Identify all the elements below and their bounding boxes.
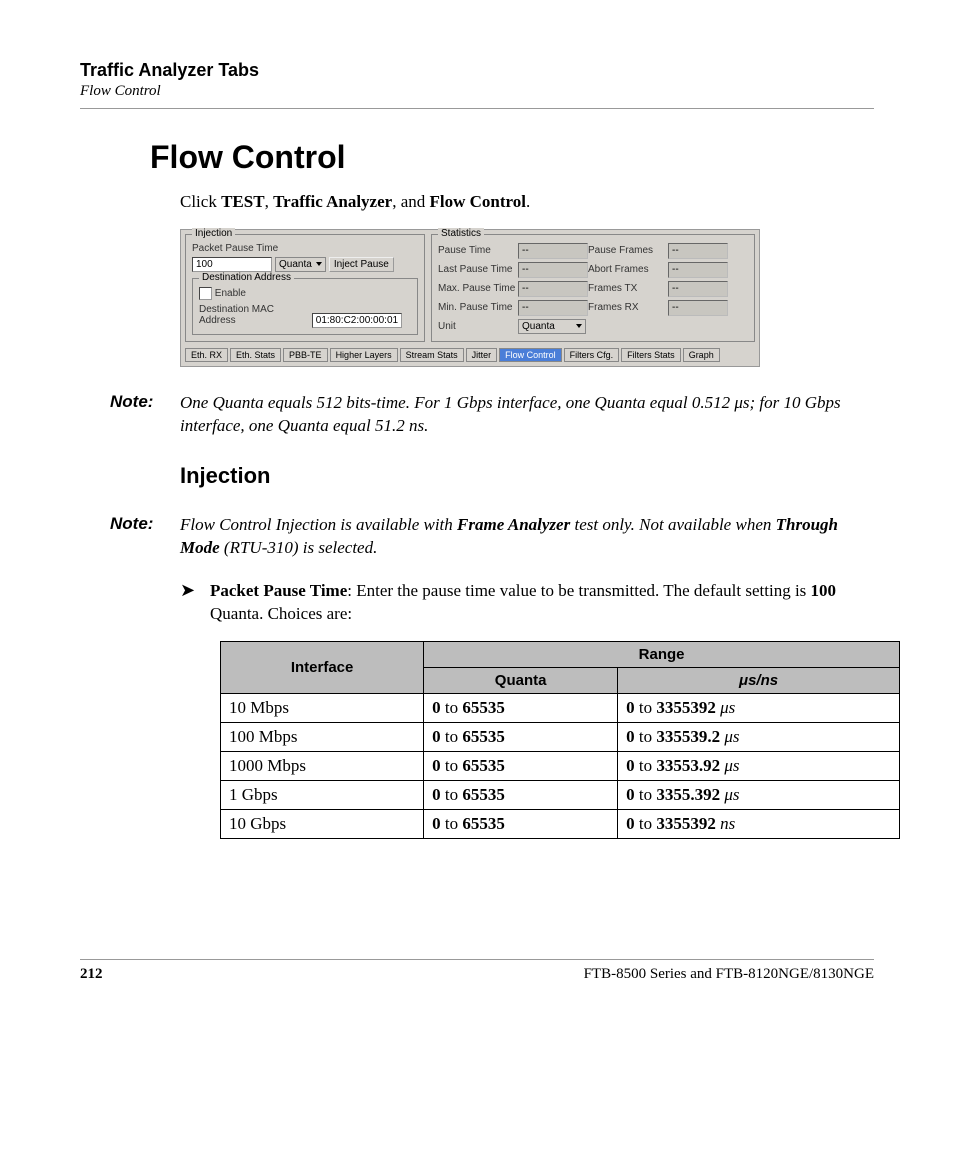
enable-label: Enable [215, 288, 246, 299]
dest-address-title: Destination Address [199, 272, 294, 283]
dest-mac-input[interactable]: 01:80:C2:00:00:01 [312, 313, 402, 328]
footer-doc-title: FTB-8500 Series and FTB-8120NGE/8130NGE [584, 966, 874, 983]
th-interface: Interface [221, 641, 424, 693]
tab-filters-stats[interactable]: Filters Stats [621, 348, 681, 362]
table-row: 10 Mbps0 to 655350 to 3355392 μs [221, 693, 900, 722]
table-row: 1000 Mbps0 to 655350 to 33553.92 μs [221, 751, 900, 780]
packet-pause-input[interactable]: 100 [192, 257, 272, 272]
dest-address-panel: Destination Address Enable Destination M… [192, 278, 418, 335]
subsection-heading: Injection [180, 463, 874, 489]
stat-value: -- [668, 243, 728, 259]
bullet-arrow-icon: ➤ [180, 580, 210, 601]
stat-label: Abort Frames [588, 264, 668, 275]
stat-value: -- [518, 243, 588, 259]
injection-panel-title: Injection [192, 228, 235, 239]
tab-eth-rx[interactable]: Eth. RX [185, 348, 228, 362]
th-quanta: Quanta [424, 667, 618, 693]
stat-label: Frames TX [588, 283, 668, 294]
statistics-panel: Statistics Pause Time -- Pause Frames --… [431, 234, 755, 342]
header-divider [80, 108, 874, 109]
stat-value: -- [518, 281, 588, 297]
stat-value: -- [668, 281, 728, 297]
enable-checkbox[interactable] [199, 287, 212, 300]
tab-jitter[interactable]: Jitter [466, 348, 498, 362]
statistics-panel-title: Statistics [438, 228, 484, 239]
chevron-down-icon [576, 324, 582, 328]
tab-flow-control[interactable]: Flow Control [499, 348, 562, 362]
intro-paragraph: Click TEST, Traffic Analyzer, and Flow C… [180, 191, 854, 214]
page-header-title: Traffic Analyzer Tabs [80, 60, 874, 81]
stat-label: Pause Frames [588, 245, 668, 256]
stat-label: Last Pause Time [438, 264, 518, 275]
dest-mac-label: Destination MAC Address [199, 304, 309, 326]
note-label: Note: [110, 514, 180, 534]
packet-pause-label: Packet Pause Time [192, 243, 278, 254]
quanta-select[interactable]: Quanta [275, 257, 326, 272]
tab-higher-layers[interactable]: Higher Layers [330, 348, 398, 362]
stat-label: Pause Time [438, 245, 518, 256]
bottom-tab-strip: Eth. RX Eth. Stats PBB-TE Higher Layers … [185, 348, 755, 362]
table-row: 100 Mbps0 to 655350 to 335539.2 μs [221, 722, 900, 751]
unit-select[interactable]: Quanta [518, 319, 586, 334]
stat-label: Max. Pause Time [438, 283, 518, 294]
stat-label: Frames RX [588, 302, 668, 313]
stat-value: -- [518, 262, 588, 278]
stat-label: Min. Pause Time [438, 302, 518, 313]
stat-value: -- [668, 300, 728, 316]
tab-pbb-te[interactable]: PBB-TE [283, 348, 328, 362]
table-row: 10 Gbps0 to 655350 to 3355392 ns [221, 809, 900, 838]
table-row: 1 Gbps0 to 655350 to 3355.392 μs [221, 780, 900, 809]
inject-pause-button[interactable]: Inject Pause [329, 257, 394, 272]
chevron-down-icon [316, 262, 322, 266]
tab-stream-stats[interactable]: Stream Stats [400, 348, 464, 362]
note-label: Note: [110, 392, 180, 412]
note-text: One Quanta equals 512 bits-time. For 1 G… [180, 392, 854, 438]
tab-eth-stats[interactable]: Eth. Stats [230, 348, 281, 362]
th-us-ns: μs/ns [618, 667, 900, 693]
tab-graph[interactable]: Graph [683, 348, 720, 362]
stat-value: -- [518, 300, 588, 316]
section-heading: Flow Control [150, 139, 874, 176]
page-header-subtitle: Flow Control [80, 83, 874, 100]
range-table: Interface Range Quanta μs/ns 10 Mbps0 to… [220, 641, 900, 839]
page-number: 212 [80, 966, 103, 983]
unit-label: Unit [438, 321, 518, 332]
injection-panel: Injection Packet Pause Time 100 Quanta I… [185, 234, 425, 342]
bullet-text: Packet Pause Time: Enter the pause time … [210, 580, 854, 626]
th-range: Range [424, 641, 900, 667]
note-text: Flow Control Injection is available with… [180, 514, 854, 560]
app-screenshot: Injection Packet Pause Time 100 Quanta I… [180, 229, 760, 367]
tab-filters-cfg[interactable]: Filters Cfg. [564, 348, 620, 362]
stat-value: -- [668, 262, 728, 278]
